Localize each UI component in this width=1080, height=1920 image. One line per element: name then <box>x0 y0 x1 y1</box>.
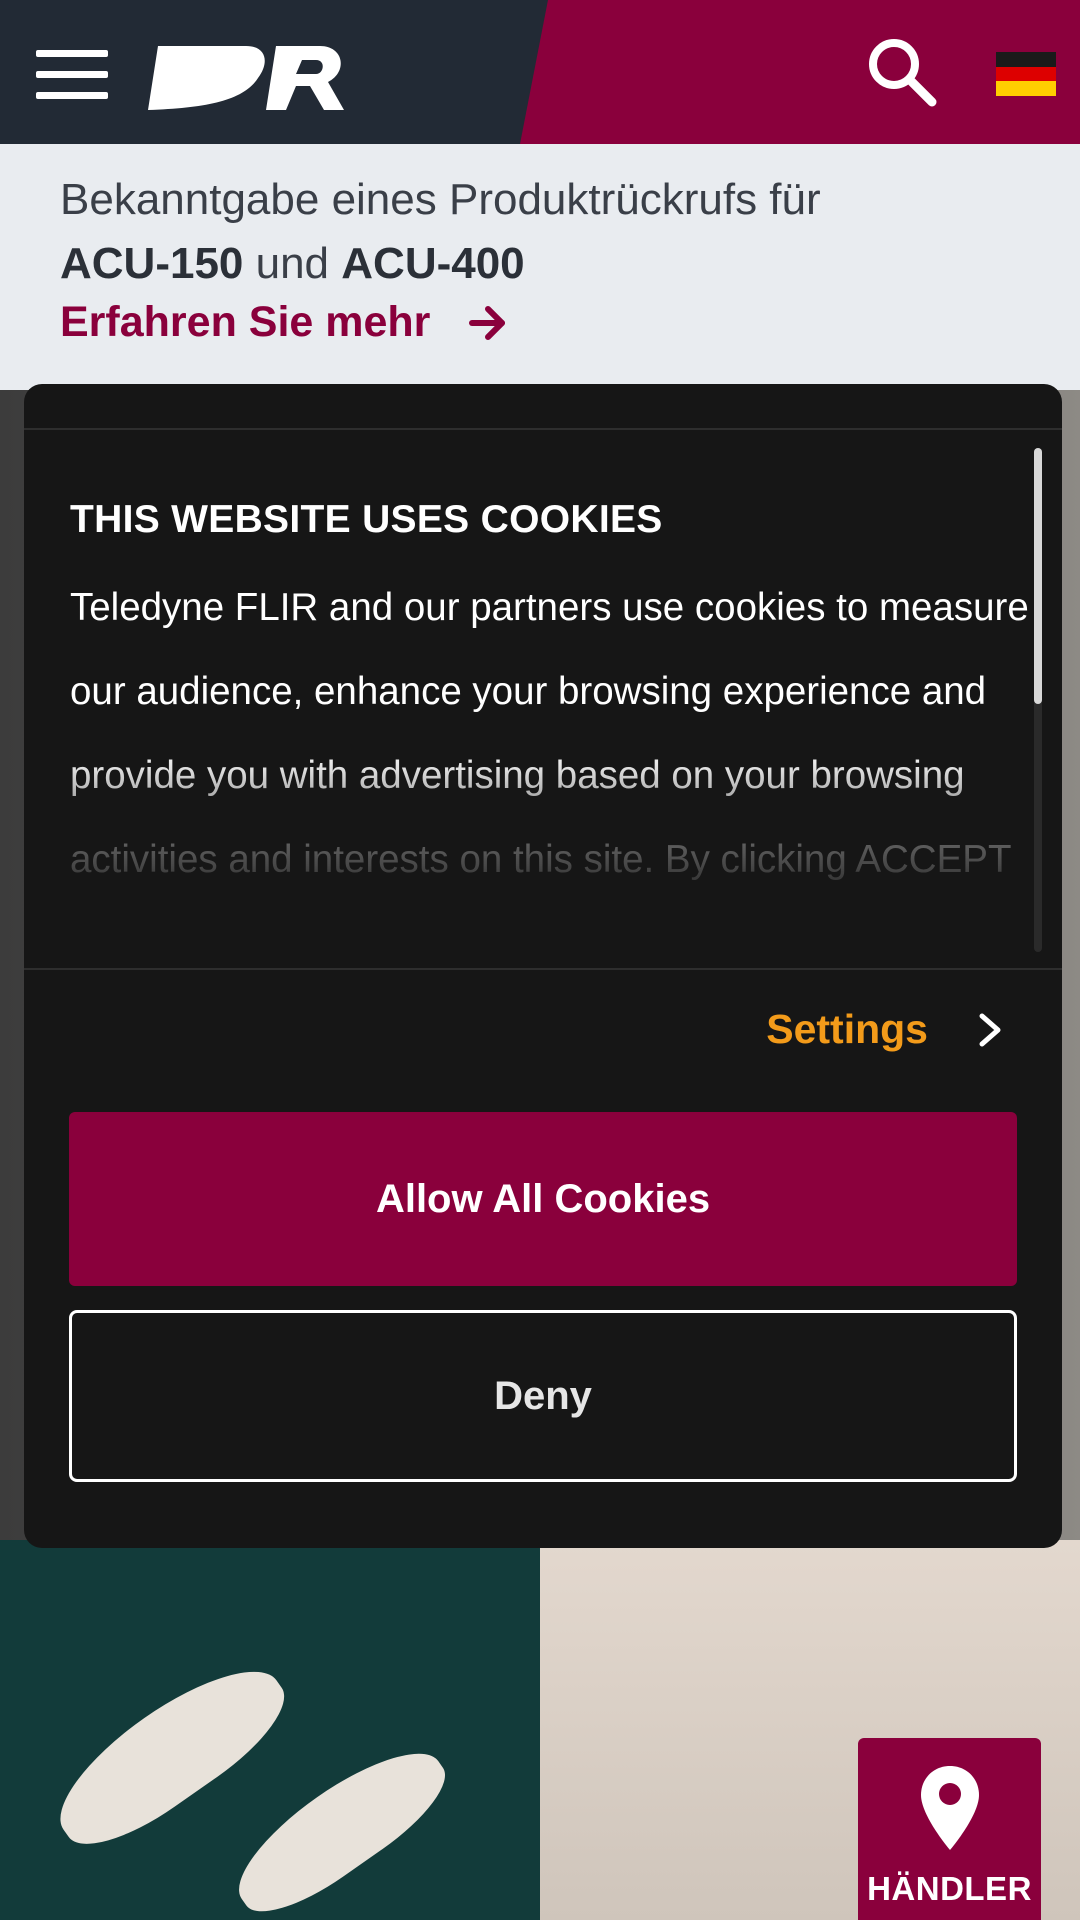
scrollbar-thumb[interactable] <box>1034 448 1042 704</box>
settings-label: Settings <box>766 1006 928 1052</box>
product-name: ACU-400 <box>341 239 525 288</box>
scrollbar[interactable] <box>1034 448 1042 952</box>
dealer-label: HÄNDLER <box>867 1870 1032 1907</box>
hamburger-menu-icon[interactable] <box>36 50 108 100</box>
german-flag-icon[interactable] <box>996 52 1056 96</box>
settings-link[interactable]: Settings <box>766 1006 1002 1053</box>
recall-announcement: Bekanntgabe eines Produktrückrufs für AC… <box>0 144 1080 390</box>
raymarine-logo-icon[interactable] <box>148 42 348 114</box>
cookie-title: THIS WEBSITE USES COOKIES <box>70 498 663 541</box>
cookie-consent-dialog: THIS WEBSITE USES COOKIES Teledyne FLIR … <box>24 384 1062 1548</box>
product-name: ACU-150 <box>60 239 244 288</box>
announcement-text: Bekanntgabe eines Produktrückrufs für AC… <box>60 168 1040 296</box>
dealer-locator-button[interactable]: HÄNDLER <box>858 1738 1041 1920</box>
cookie-text-scroll-area[interactable]: THIS WEBSITE USES COOKIES Teledyne FLIR … <box>70 454 1030 954</box>
connector-text: und <box>243 239 342 288</box>
site-header <box>0 0 1080 144</box>
chevron-right-icon <box>979 1013 1001 1046</box>
announcement-line: Bekanntgabe eines Produktrückrufs für <box>60 175 821 224</box>
learn-more-label: Erfahren Sie mehr <box>60 298 431 346</box>
allow-all-cookies-button[interactable]: Allow All Cookies <box>69 1112 1017 1286</box>
divider <box>24 428 1062 430</box>
arrow-right-icon <box>469 305 506 340</box>
deny-button[interactable]: Deny <box>69 1310 1017 1482</box>
search-icon[interactable] <box>866 36 938 108</box>
map-pin-icon <box>921 1766 979 1850</box>
learn-more-link[interactable]: Erfahren Sie mehr <box>60 298 508 347</box>
cookie-description: Teledyne FLIR and our partners use cooki… <box>70 586 1029 881</box>
divider <box>24 968 1062 970</box>
